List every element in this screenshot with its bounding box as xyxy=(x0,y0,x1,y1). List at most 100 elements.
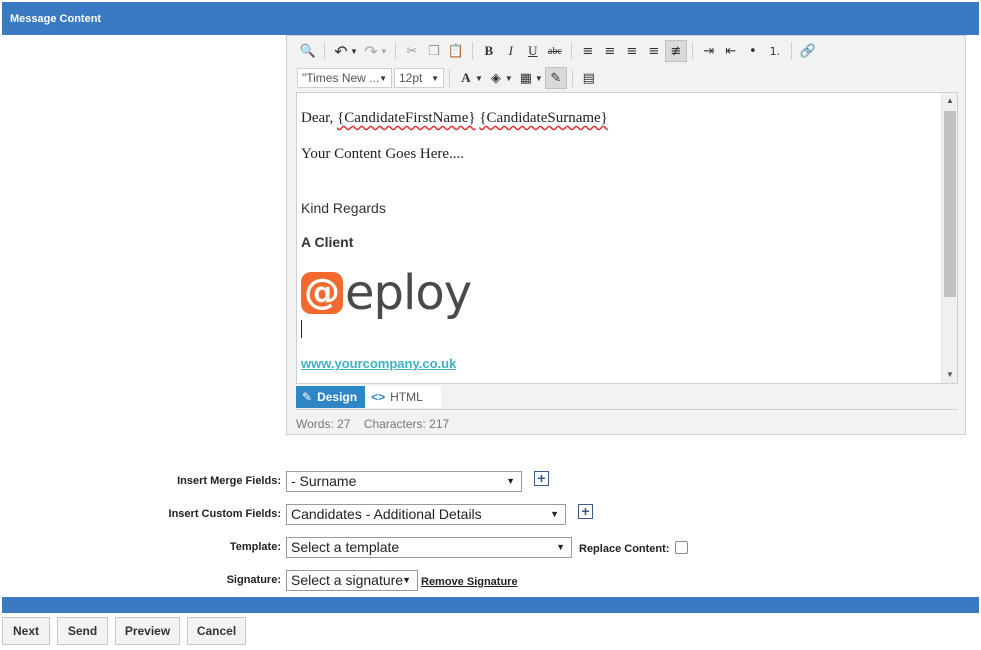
footer-bar xyxy=(2,597,979,613)
highlight-dropdown-icon[interactable]: ▼ xyxy=(505,74,513,83)
signature-select[interactable]: Select a signature ▼ xyxy=(286,570,418,591)
logo-text: eploy xyxy=(345,265,472,321)
numbered-list-icon[interactable]: 1. xyxy=(764,40,786,62)
font-color-dropdown-icon[interactable]: ▼ xyxy=(475,74,483,83)
editor-mode-tabs: ✎ Design <> HTML xyxy=(296,386,442,408)
format-stripper-icon[interactable]: ✎ xyxy=(544,67,567,89)
cancel-button[interactable]: Cancel xyxy=(187,617,246,645)
scroll-up-icon[interactable]: ▲ xyxy=(942,96,957,105)
toolbar-separator xyxy=(571,69,573,87)
send-button[interactable]: Send xyxy=(57,617,108,645)
toolbar-separator xyxy=(471,42,473,60)
toolbar-separator xyxy=(790,42,792,60)
toolbar-separator xyxy=(324,42,325,60)
table-icon[interactable]: ▦ xyxy=(515,67,537,89)
website-link-wrap: www.yourcompany.co.uk xyxy=(301,356,456,371)
align-none-icon[interactable]: ≢ xyxy=(664,40,687,62)
copy-icon[interactable]: ❐ xyxy=(423,40,445,62)
align-center-icon[interactable]: ≡ xyxy=(599,40,621,62)
character-count: Characters: 217 xyxy=(363,417,450,431)
chevron-down-icon: ▼ xyxy=(550,509,559,519)
merge-first-name: {CandidateFirstName} xyxy=(337,110,476,126)
italic-icon[interactable]: I xyxy=(500,40,522,62)
redo-dropdown-icon[interactable]: ▼ xyxy=(380,47,388,56)
editor-stats: Words: 27 Characters: 217 xyxy=(296,417,449,431)
editor-scrollbar[interactable]: ▲ ▼ xyxy=(941,93,957,383)
add-custom-field-button[interactable]: + xyxy=(578,504,593,519)
chevron-down-icon: ▼ xyxy=(431,73,439,83)
font-family-value: "Times New ... xyxy=(302,71,380,85)
toolbar-separator xyxy=(570,42,572,60)
at-sign-icon: @ xyxy=(301,272,343,314)
company-logo: @ eploy xyxy=(301,265,472,321)
font-color-icon[interactable]: A xyxy=(455,67,477,89)
add-merge-field-button[interactable]: + xyxy=(534,471,549,486)
toolbar-separator xyxy=(449,69,450,87)
template-select[interactable]: Select a template ▼ xyxy=(286,537,572,558)
cut-icon[interactable]: ✂ xyxy=(401,40,423,62)
toolbar-separator xyxy=(394,42,396,60)
section-header: Message Content xyxy=(2,2,979,35)
tab-design-label: Design xyxy=(317,390,358,404)
strikethrough-icon[interactable]: abc xyxy=(544,40,566,62)
table-dropdown-icon[interactable]: ▼ xyxy=(535,74,543,83)
bullet-list-icon[interactable]: • xyxy=(742,40,764,62)
body-text: Your Content Goes Here.... xyxy=(301,146,465,162)
undo-dropdown-icon[interactable]: ▼ xyxy=(350,47,358,56)
section-title: Message Content xyxy=(10,13,102,25)
chevron-down-icon: ▼ xyxy=(379,73,387,83)
merge-fields-select[interactable]: - Surname ▼ xyxy=(286,471,522,492)
paste-icon[interactable]: 📋 xyxy=(445,40,467,62)
merge-fields-label: Insert Merge Fields: xyxy=(177,475,281,487)
chevron-down-icon: ▼ xyxy=(402,575,411,585)
custom-fields-value: Candidates - Additional Details xyxy=(291,506,482,522)
pencil-icon: ✎ xyxy=(302,390,313,404)
greeting-line: Dear, {CandidateFirstName} {CandidateSur… xyxy=(301,110,608,127)
bold-icon[interactable]: B xyxy=(478,40,500,62)
find-icon[interactable]: 🔍 xyxy=(297,40,319,62)
chevron-down-icon: ▼ xyxy=(556,542,565,552)
align-justify-icon[interactable]: ≡ xyxy=(643,40,665,62)
preview-monitor-icon[interactable]: ▤ xyxy=(578,67,600,89)
replace-content-checkbox[interactable] xyxy=(675,541,688,554)
indent-icon[interactable]: ⇥ xyxy=(698,40,720,62)
font-size-value: 12pt xyxy=(399,71,423,85)
template-value: Select a template xyxy=(291,539,400,555)
font-size-select[interactable]: 12pt ▼ xyxy=(394,68,444,88)
scroll-down-icon[interactable]: ▼ xyxy=(942,370,957,379)
font-family-select[interactable]: "Times New ... ▼ xyxy=(297,68,392,88)
underline-icon[interactable]: U xyxy=(522,40,544,62)
greeting-prefix: Dear, xyxy=(301,110,334,126)
align-left-icon[interactable]: ≡ xyxy=(577,40,599,62)
next-button[interactable]: Next xyxy=(2,617,50,645)
chevron-down-icon: ▼ xyxy=(506,476,515,486)
signer-name: A Client xyxy=(301,234,354,250)
toolbar-separator xyxy=(691,42,693,60)
scroll-thumb[interactable] xyxy=(944,111,956,297)
custom-fields-label: Insert Custom Fields: xyxy=(168,508,281,520)
undo-icon[interactable]: ↶ xyxy=(330,40,352,62)
tab-design[interactable]: ✎ Design xyxy=(296,386,366,408)
website-link[interactable]: www.yourcompany.co.uk xyxy=(301,356,456,371)
custom-fields-select[interactable]: Candidates - Additional Details ▼ xyxy=(286,504,566,525)
hyperlink-icon[interactable]: 🔗 xyxy=(797,40,819,62)
word-count: Words: 27 xyxy=(296,417,351,431)
outdent-icon[interactable]: ⇤ xyxy=(720,40,742,62)
editor-toolbar-row-1: 🔍 ↶ ▼ ↷ ▼ ✂ ❐ 📋 B I U abc ≡ ≡ ≡ ≡ ≢ ⇥ ⇤ … xyxy=(297,39,819,63)
code-brackets-icon: <> xyxy=(371,390,386,404)
rich-text-editor: 🔍 ↶ ▼ ↷ ▼ ✂ ❐ 📋 B I U abc ≡ ≡ ≡ ≡ ≢ ⇥ ⇤ … xyxy=(286,35,966,435)
preview-button[interactable]: Preview xyxy=(115,617,180,645)
remove-signature-link[interactable]: Remove Signature xyxy=(421,576,518,588)
text-cursor xyxy=(301,320,302,338)
tab-html-label: HTML xyxy=(390,390,423,404)
closing-text: Kind Regards xyxy=(301,200,386,216)
merge-fields-value: - Surname xyxy=(291,473,357,489)
highlight-color-icon[interactable]: ◈ xyxy=(485,67,507,89)
editor-content-area[interactable]: Dear, {CandidateFirstName} {CandidateSur… xyxy=(296,92,958,384)
replace-content-label: Replace Content: xyxy=(579,543,670,555)
merge-surname: {CandidateSurname} xyxy=(479,110,608,126)
align-right-icon[interactable]: ≡ xyxy=(621,40,643,62)
redo-icon[interactable]: ↷ xyxy=(360,40,382,62)
divider xyxy=(296,409,958,410)
tab-html[interactable]: <> HTML xyxy=(365,386,442,408)
